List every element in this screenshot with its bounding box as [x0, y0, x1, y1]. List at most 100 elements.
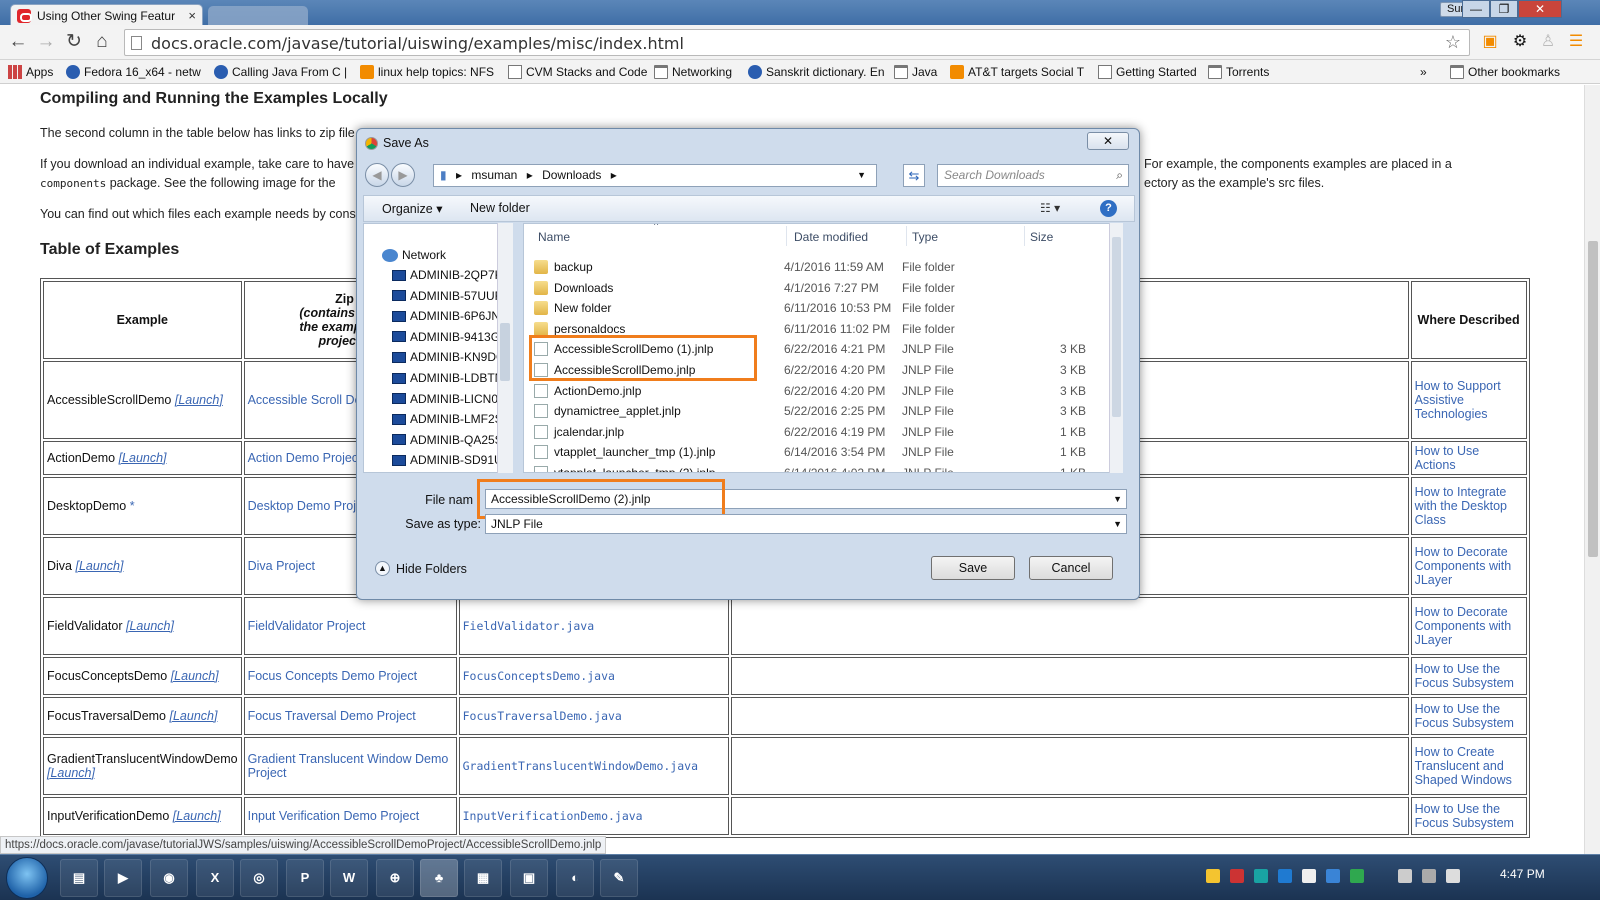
address-url[interactable]: docs.oracle.com/javase/tutorial/uiswing/… [151, 34, 684, 53]
bookmark-item[interactable]: Torrents [1208, 63, 1278, 81]
source-link[interactable]: GradientTranslucentWindowDemo.java [463, 759, 698, 773]
where-described-link[interactable]: How to Use Actions [1415, 444, 1480, 472]
reload-icon[interactable]: ↻ [62, 30, 86, 54]
settings-gear-icon[interactable]: ⚙ [1510, 32, 1530, 52]
file-name-dropdown-icon[interactable]: ▼ [1113, 490, 1122, 508]
address-bar[interactable]: docs.oracle.com/javase/tutorial/uiswing/… [124, 29, 1470, 56]
nav-computer[interactable]: ADMINIB-LMF2S [392, 412, 503, 426]
taskbar-app-icon[interactable]: P [286, 859, 324, 897]
where-described-link[interactable]: How to Decorate Components with JLayer [1415, 605, 1512, 647]
file-row[interactable]: dynamictree_applet.jnlp 5/22/2016 2:25 PM… [524, 401, 1122, 421]
help-icon[interactable]: ? [1100, 200, 1117, 217]
file-row[interactable]: Downloads 4/1/2016 7:27 PM File folder [524, 278, 1122, 298]
nav-computer[interactable]: ADMINIB-LDBTN [392, 371, 503, 385]
source-link[interactable]: FocusConceptsDemo.java [463, 669, 615, 683]
file-list-scrollbar[interactable] [1109, 223, 1123, 473]
project-link[interactable]: Focus Concepts Demo Project [248, 669, 418, 683]
organize-menu[interactable]: Organize ▾ [382, 201, 442, 216]
bookmark-item[interactable]: Apps [8, 63, 58, 81]
tray-icon[interactable] [1302, 869, 1316, 883]
forward-arrow-icon[interactable]: → [34, 30, 58, 54]
blogger-extension-icon[interactable]: ▣ [1480, 32, 1500, 52]
project-link[interactable]: Accessible Scroll De [248, 393, 362, 407]
nav-computer[interactable]: ADMINIB-9413GI [392, 330, 503, 344]
launch-link[interactable]: [Launch] [175, 393, 223, 407]
launch-link[interactable]: [Launch] [76, 559, 124, 573]
file-list-scrollbar-thumb[interactable] [1112, 237, 1121, 417]
volume-tray-icon[interactable] [1446, 869, 1460, 883]
cancel-button[interactable]: Cancel [1029, 556, 1113, 580]
bookmark-item[interactable]: Getting Started [1098, 63, 1198, 81]
taskbar-app-icon[interactable]: ◐ [556, 859, 594, 897]
project-link[interactable]: FieldValidator Project [248, 619, 366, 633]
back-arrow-icon[interactable]: ← [6, 30, 30, 54]
bookmark-item[interactable]: Java [894, 63, 944, 81]
source-link[interactable]: FieldValidator.java [463, 619, 595, 633]
file-row[interactable]: ActionDemo.jnlp 6/22/2016 4:20 PM JNLP Fil… [524, 381, 1122, 401]
home-icon[interactable]: ⌂ [90, 30, 114, 54]
where-described-link[interactable]: How to Integrate with the Desktop Class [1415, 485, 1507, 527]
launch-link[interactable]: [Launch] [171, 669, 219, 683]
taskbar-app-icon[interactable]: ▤ [60, 859, 98, 897]
minimize-button[interactable]: — [1462, 0, 1490, 18]
dialog-breadcrumb[interactable]: ▮ ▸ msuman ▸ Downloads ▸ ▼ [433, 164, 877, 187]
taskbar-app-icon[interactable]: ◉ [150, 859, 188, 897]
bookmark-item[interactable]: Calling Java From C | [214, 63, 354, 81]
bookmark-star-icon[interactable]: ☆ [1445, 32, 1461, 53]
navigation-scrollbar[interactable] [497, 223, 513, 473]
file-row[interactable]: backup 4/1/2016 11:59 AM File folder [524, 257, 1122, 277]
tray-icon[interactable] [1278, 869, 1292, 883]
project-link[interactable]: Desktop Demo Proje [248, 499, 363, 513]
taskbar-app-icon[interactable]: W [330, 859, 368, 897]
maximize-button[interactable]: ❐ [1490, 0, 1518, 18]
tray-icon[interactable] [1326, 869, 1340, 883]
nav-computer[interactable]: ADMINIB-SD91U [392, 453, 503, 467]
bookmark-item[interactable]: Networking [654, 63, 740, 81]
where-described-link[interactable]: How to Use the Focus Subsystem [1415, 662, 1514, 690]
bookmark-item[interactable]: Sanskrit dictionary. En [748, 63, 888, 81]
column-name[interactable]: Name [538, 230, 570, 244]
nav-computer[interactable]: ADMINIB-6P6JNI [392, 309, 503, 323]
launch-link[interactable]: [Launch] [126, 619, 174, 633]
nav-computer[interactable]: ADMINIB-2QP7K [392, 268, 503, 282]
taskbar-clock[interactable]: 4:47 PM [1500, 867, 1545, 881]
project-link[interactable]: Focus Traversal Demo Project [248, 709, 416, 723]
taskbar-app-icon[interactable]: ♣ [420, 859, 458, 897]
save-button[interactable]: Save [931, 556, 1015, 580]
where-described-link[interactable]: How to Create Translucent and Shaped Win… [1415, 745, 1512, 787]
tray-icon[interactable] [1230, 869, 1244, 883]
project-link[interactable]: Gradient Translucent Window Demo Project [248, 752, 449, 780]
source-link[interactable]: FocusTraversalDemo.java [463, 709, 622, 723]
browser-tab-active[interactable]: Using Other Swing Featur × [10, 4, 203, 26]
tray-icon[interactable] [1254, 869, 1268, 883]
menu-icon[interactable]: ☰ [1566, 32, 1586, 52]
tray-icon[interactable] [1206, 869, 1220, 883]
view-options-icon[interactable]: ☷ ▾ [1040, 201, 1060, 215]
taskbar-app-icon[interactable]: ▶ [104, 859, 142, 897]
save-as-type-dropdown-icon[interactable]: ▼ [1113, 515, 1122, 533]
hide-folders-toggle[interactable]: ▲ Hide Folders [375, 561, 467, 576]
signal-tray-icon[interactable] [1422, 869, 1436, 883]
project-link[interactable]: Input Verification Demo Project [248, 809, 420, 823]
network-tray-icon[interactable] [1398, 869, 1412, 883]
dialog-back-icon[interactable]: ◀ [365, 163, 389, 187]
taskbar-app-icon[interactable]: X [196, 859, 234, 897]
source-link[interactable]: InputVerificationDemo.java [463, 809, 643, 823]
launch-link[interactable]: [Launch] [173, 809, 221, 823]
tray-icon[interactable] [1350, 869, 1364, 883]
where-described-link[interactable]: How to Decorate Components with JLayer [1415, 545, 1512, 587]
taskbar-app-icon[interactable]: ⊕ [376, 859, 414, 897]
file-row[interactable]: jcalendar.jnlp 6/22/2016 4:19 PM JNLP File… [524, 422, 1122, 442]
nav-computer[interactable]: ADMINIB-KN9DC [392, 350, 505, 364]
dialog-close-button[interactable]: ✕ [1087, 132, 1129, 150]
bookmark-item[interactable]: Fedora 16_x64 - netw [66, 63, 206, 81]
file-row[interactable]: vtapplet_launcher_tmp (2).jnlp 6/14/2016 … [524, 463, 1122, 472]
column-type[interactable]: Type [912, 230, 938, 244]
taskbar-app-icon[interactable]: ▣ [510, 859, 548, 897]
file-row[interactable]: New folder 6/11/2016 10:53 PM File folder [524, 298, 1122, 318]
where-described-link[interactable]: How to Use the Focus Subsystem [1415, 702, 1514, 730]
more-bookmarks-chevron-icon[interactable]: » [1420, 63, 1427, 81]
nav-network[interactable]: Network [382, 248, 446, 262]
project-link[interactable]: Action Demo Project [248, 451, 362, 465]
where-described-link[interactable]: How to Support Assistive Technologies [1415, 379, 1501, 421]
